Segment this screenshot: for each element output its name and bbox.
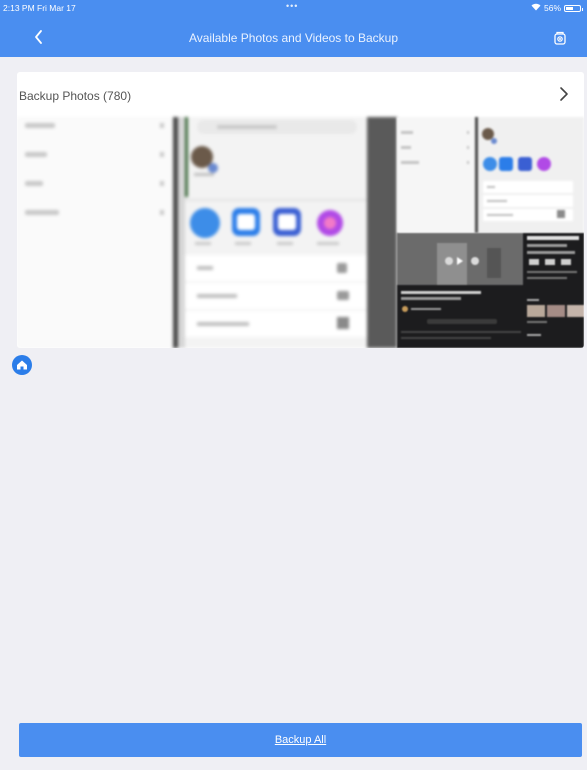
photo-backup-button[interactable] (551, 29, 569, 47)
backup-all-label: Backup All (274, 734, 327, 746)
backup-photos-card: Backup Photos (780) (17, 72, 584, 348)
nav-header: 2:13 PM Fri Mar 17 ••• 56% Available Pho… (0, 0, 587, 57)
backup-photos-label: Backup Photos (780) (19, 89, 132, 103)
status-bar: 2:13 PM Fri Mar 17 ••• 56% (0, 0, 587, 16)
multitasking-dots[interactable]: ••• (286, 1, 298, 11)
photo-thumbnail[interactable] (17, 117, 397, 348)
chevron-right-icon (560, 87, 568, 101)
status-right: 56% (531, 3, 583, 13)
status-time: 2:13 PM Fri Mar 17 (3, 3, 76, 13)
wifi-icon (531, 3, 541, 13)
home-button[interactable] (12, 355, 32, 375)
photo-backup-icon (554, 31, 566, 45)
backup-all-button[interactable]: Backup All (19, 723, 582, 757)
battery-icon (564, 4, 583, 12)
page-title: Available Photos and Videos to Backup (188, 31, 399, 45)
backup-photos-row[interactable]: Backup Photos (780) (17, 72, 584, 117)
photo-thumbnails (17, 117, 584, 348)
photo-thumbnail[interactable] (397, 117, 584, 233)
battery-percent: 56% (543, 3, 561, 13)
home-icon (17, 360, 27, 370)
video-thumbnail[interactable] (397, 233, 584, 348)
